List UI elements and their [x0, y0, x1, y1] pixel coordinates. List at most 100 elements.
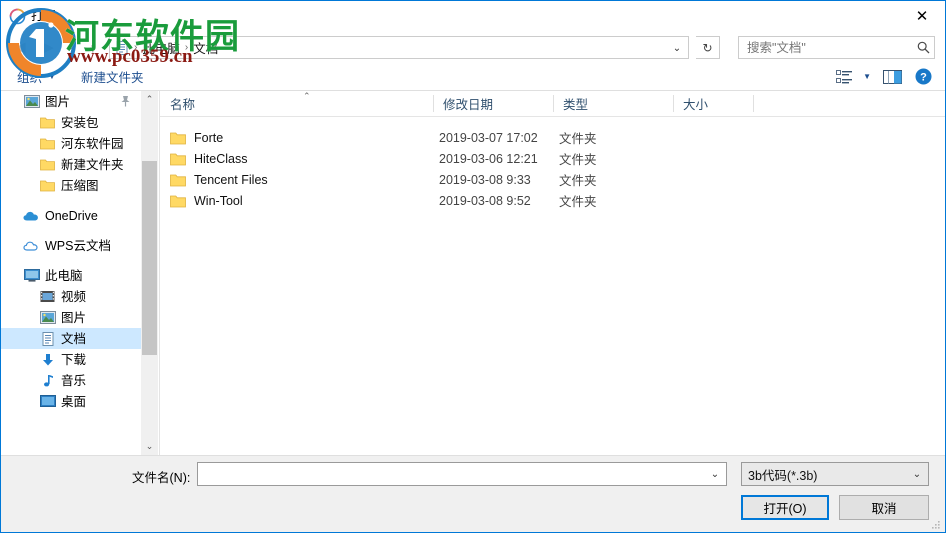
back-icon[interactable]: ◀ [7, 35, 33, 59]
organize-label: 组织 [17, 71, 43, 85]
sidebar-item-label: 此电脑 [45, 268, 83, 283]
file-date-cell: 2019-03-08 9:52 [439, 193, 531, 208]
file-name-cell[interactable]: HiteClass [170, 152, 248, 166]
preview-pane-icon[interactable] [883, 63, 902, 90]
sidebar-item-pictures[interactable]: 图片 [1, 307, 141, 328]
file-name-cell[interactable]: Forte [170, 131, 223, 145]
forward-icon[interactable]: ▶ [35, 35, 61, 59]
sidebar-item-downloads[interactable]: 下载 [1, 349, 141, 370]
file-type-cell: 文件夹 [559, 153, 597, 167]
breadcrumb-separator-1: › [184, 42, 189, 53]
sidebar-item-label: 河东软件园 [61, 136, 124, 151]
sidebar-item-this-pc[interactable]: 此电脑 [1, 265, 141, 286]
view-mode-icon[interactable] [836, 63, 853, 90]
picture-icon [23, 94, 40, 110]
file-type-cell: 文件夹 [559, 174, 597, 188]
sidebar-item-wps-cloud[interactable]: WPS云文档 [1, 235, 141, 256]
close-icon[interactable]: ✕ [899, 1, 945, 31]
column-header-type[interactable]: 类型 [553, 91, 673, 116]
file-name-text: HiteClass [194, 151, 248, 166]
sidebar-item-label: 安装包 [61, 115, 99, 130]
search-input[interactable] [745, 37, 912, 58]
breadcrumb-item-1[interactable]: 文档 [190, 38, 221, 57]
table-row[interactable]: Win-Tool 2019-03-08 9:52 文件夹 [160, 190, 945, 211]
up-icon[interactable]: ↑ [81, 35, 105, 59]
sidebar-item-hedong[interactable]: 河东软件园 [1, 133, 141, 154]
scroll-up-icon[interactable]: ⌃ [141, 91, 158, 108]
column-header-size[interactable]: 大小 [673, 91, 753, 116]
wps-cloud-icon [23, 238, 40, 254]
sidebar-item-new-folder[interactable]: 新建文件夹 [1, 154, 141, 175]
chevron-down-icon[interactable]: ⌄ [704, 469, 726, 480]
file-name-cell[interactable]: Win-Tool [170, 194, 243, 208]
this-pc-icon [23, 268, 40, 284]
search-box[interactable] [738, 36, 935, 59]
desktop-icon [39, 394, 56, 410]
breadcrumb-item-0[interactable]: 此电脑 [139, 38, 183, 57]
file-type-filter-value: 3b代码(*.3b) [748, 468, 818, 483]
sidebar-item-desktop[interactable]: 桌面 [1, 391, 141, 412]
new-folder-button[interactable]: 新建文件夹 [81, 63, 144, 90]
folder-icon [39, 136, 56, 152]
column-header-name[interactable]: 名称 [160, 91, 433, 116]
sidebar-item-compressed[interactable]: 压缩图 [1, 175, 141, 196]
open-file-icon [9, 8, 26, 25]
search-icon[interactable] [912, 41, 934, 54]
onedrive-cloud-icon [23, 208, 40, 224]
resize-grip-icon[interactable] [931, 519, 941, 529]
table-row[interactable]: HiteClass 2019-03-06 12:21 文件夹 [160, 148, 945, 169]
chevron-down-icon: ▼ [48, 72, 56, 81]
breadcrumb-separator-0: › [134, 42, 138, 53]
picture-icon [39, 310, 56, 326]
sidebar-item-onedrive[interactable]: OneDrive [1, 205, 141, 226]
folder-icon [170, 194, 186, 208]
sidebar-item-label: WPS云文档 [45, 238, 111, 253]
sidebar-item-label: 下载 [61, 352, 87, 367]
help-icon[interactable]: ? [915, 63, 932, 90]
file-type-cell: 文件夹 [559, 195, 597, 209]
sidebar: 图片 安装包 河东软件园 新建文件夹 压缩图 OneDrive WPS云文档 此… [1, 91, 141, 455]
breadcrumb[interactable]: › 此电脑 › 文档 ⌄ [109, 36, 689, 59]
chevron-down-icon[interactable]: ⌄ [667, 38, 687, 59]
table-row[interactable]: Tencent Files 2019-03-08 9:33 文件夹 [160, 169, 945, 190]
history-dropdown-icon[interactable]: ⌄ [61, 35, 79, 59]
scroll-down-icon[interactable]: ⌄ [141, 438, 158, 455]
cancel-button[interactable]: 取消 [839, 495, 929, 520]
sidebar-item-label: OneDrive [45, 208, 98, 223]
sidebar-item-label: 新建文件夹 [61, 157, 124, 172]
sidebar-item-installer[interactable]: 安装包 [1, 112, 141, 133]
sidebar-item-pictures-pinned[interactable]: 图片 [1, 91, 141, 112]
folder-icon [170, 173, 186, 187]
column-header-row: 名称 ⌃ 修改日期 类型 大小 [160, 91, 945, 117]
file-type-filter-dropdown[interactable]: 3b代码(*.3b) ⌄ [741, 462, 929, 486]
sidebar-item-label: 压缩图 [61, 178, 99, 193]
window-title: 打开 [31, 9, 57, 23]
view-mode-chevron-down-icon[interactable]: ▼ [863, 63, 871, 90]
file-name-text: Forte [194, 130, 224, 145]
folder-icon [39, 178, 56, 194]
toolbar: 组织 ▼ 新建文件夹 ▼ ? [1, 63, 945, 91]
refresh-icon[interactable]: ↻ [696, 36, 720, 59]
scrollbar-thumb[interactable] [142, 161, 157, 355]
sidebar-scrollbar[interactable]: ⌃ ⌄ [141, 91, 158, 455]
bottom-bar: 文件名(N): ⌄ 3b代码(*.3b) ⌄ 打开(O) 取消 [1, 455, 945, 532]
column-header-date[interactable]: 修改日期 [433, 91, 553, 116]
content-area: 图片 安装包 河东软件园 新建文件夹 压缩图 OneDrive WPS云文档 此… [1, 91, 945, 455]
table-row[interactable]: Forte 2019-03-07 17:02 文件夹 [160, 127, 945, 148]
open-button[interactable]: 打开(O) [741, 495, 829, 520]
file-type-cell: 文件夹 [559, 132, 597, 146]
sidebar-item-music[interactable]: 音乐 [1, 370, 141, 391]
file-name-cell[interactable]: Tencent Files [170, 173, 268, 187]
documents-icon [114, 40, 130, 56]
pin-icon[interactable] [120, 95, 131, 107]
filename-combobox[interactable]: ⌄ [197, 462, 727, 486]
folder-icon [170, 152, 186, 166]
chevron-down-icon[interactable]: ⌄ [906, 469, 928, 480]
sidebar-item-documents[interactable]: 文档 [1, 328, 141, 349]
open-file-dialog: 打开 ✕ ◀ ▶ ⌄ ↑ › 此电脑 › 文档 ⌄ ↻ 搜索"文档" 组织 ▼ … [0, 0, 946, 533]
svg-text:?: ? [920, 72, 927, 84]
column-divider[interactable] [753, 95, 754, 112]
filename-input[interactable] [203, 463, 704, 485]
organize-button[interactable]: 组织 ▼ [17, 63, 56, 90]
sidebar-item-videos[interactable]: 视频 [1, 286, 141, 307]
